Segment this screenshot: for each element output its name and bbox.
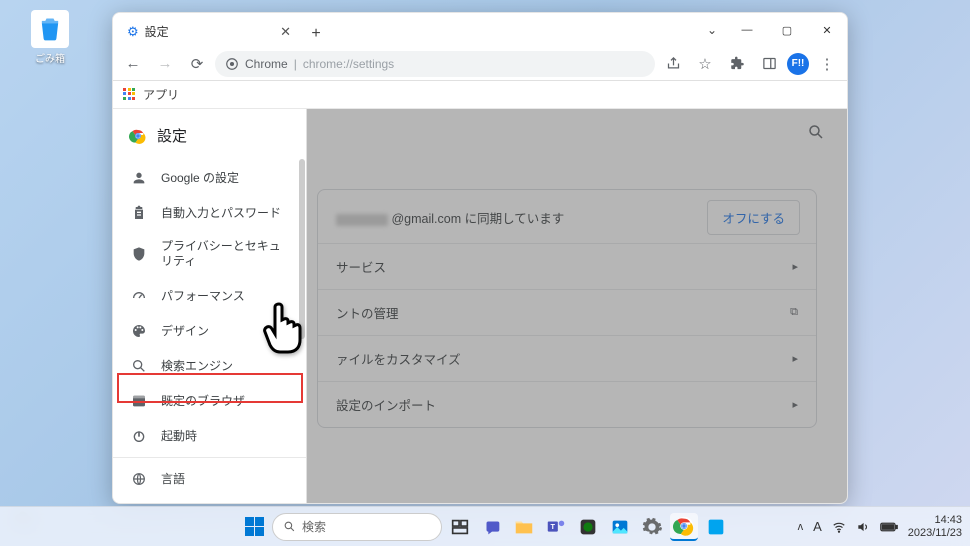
taskbar-photos[interactable] bbox=[606, 513, 634, 541]
side-panel-button[interactable] bbox=[755, 50, 783, 78]
content-area: 設定 Google の設定 自動入力とパスワード プライバシーとセキュリティ パ… bbox=[113, 109, 847, 503]
chrome-icon bbox=[225, 57, 239, 71]
system-tray: ʌ A 14:43 2023/11/23 bbox=[798, 514, 962, 539]
sidebar-item-label: パフォーマンス bbox=[161, 287, 245, 304]
recycle-bin-label: ごみ箱 bbox=[20, 50, 80, 65]
power-icon bbox=[131, 428, 147, 444]
recycle-bin-icon bbox=[31, 10, 69, 48]
recycle-bin[interactable]: ごみ箱 bbox=[20, 10, 80, 65]
clipboard-icon bbox=[131, 205, 147, 221]
omnibox-path: chrome://settings bbox=[303, 57, 394, 71]
taskbar-chat[interactable] bbox=[478, 513, 506, 541]
person-icon bbox=[131, 170, 147, 186]
back-button[interactable]: ← bbox=[119, 50, 147, 78]
shield-icon bbox=[131, 246, 147, 262]
search-icon bbox=[283, 520, 296, 533]
sidebar-item-label: プライバシーとセキュリティ bbox=[161, 239, 288, 269]
sidebar-item-default-browser[interactable]: 既定のブラウザ bbox=[113, 383, 306, 418]
forward-button[interactable]: → bbox=[151, 50, 179, 78]
gear-icon: ⚙ bbox=[127, 24, 139, 40]
browser-tab[interactable]: ⚙ 設定 ✕ bbox=[119, 17, 299, 47]
browser-icon bbox=[131, 393, 147, 409]
toolbar: ← → ⟳ Chrome | chrome://settings ☆ F!! ⋮ bbox=[113, 47, 847, 81]
sidebar-item-label: 検索エンジン bbox=[161, 357, 233, 374]
taskbar-explorer[interactable] bbox=[510, 513, 538, 541]
sidebar-item-label: 既定のブラウザ bbox=[161, 392, 245, 409]
taskbar-clock[interactable]: 14:43 2023/11/23 bbox=[908, 514, 962, 539]
settings-main: @gmail.com に同期しています オフにする サービス ▸ ントの管理 ⧉… bbox=[307, 109, 847, 503]
sidebar-item-label: 起動時 bbox=[161, 427, 197, 444]
taskbar-settings[interactable] bbox=[638, 513, 666, 541]
sidebar-item-label: 自動入力とパスワード bbox=[161, 204, 281, 221]
tray-wifi-icon[interactable] bbox=[832, 520, 846, 534]
apps-icon[interactable] bbox=[123, 88, 137, 102]
globe-icon bbox=[131, 471, 147, 487]
search-icon bbox=[131, 358, 147, 374]
sidebar-title: 設定 bbox=[157, 125, 187, 146]
svg-text:T: T bbox=[551, 521, 556, 530]
maximize-button[interactable]: ▢ bbox=[767, 13, 807, 47]
sidebar-item-languages[interactable]: 言語 bbox=[113, 457, 306, 496]
close-window-button[interactable]: ✕ bbox=[807, 13, 847, 47]
tray-overflow-button[interactable]: ʌ bbox=[798, 521, 804, 533]
profile-avatar[interactable]: F!! bbox=[787, 53, 809, 75]
sidebar-item-label: デザイン bbox=[161, 322, 209, 339]
tab-close-icon[interactable]: ✕ bbox=[280, 24, 291, 40]
taskbar: 検索 T ʌ A 14:43 2023/11/23 bbox=[0, 506, 970, 546]
sidebar-item-google[interactable]: Google の設定 bbox=[113, 160, 306, 195]
share-button[interactable] bbox=[659, 50, 687, 78]
start-button[interactable] bbox=[240, 513, 268, 541]
new-tab-button[interactable]: + bbox=[303, 21, 329, 47]
chrome-logo-icon bbox=[129, 127, 147, 145]
dim-overlay bbox=[307, 109, 847, 503]
taskbar-search[interactable]: 検索 bbox=[272, 513, 442, 541]
taskbar-teams[interactable]: T bbox=[542, 513, 570, 541]
omnibox-separator: | bbox=[294, 57, 297, 71]
tray-volume-icon[interactable] bbox=[856, 520, 870, 534]
sidebar-item-on-startup[interactable]: 起動時 bbox=[113, 418, 306, 453]
tab-title: 設定 bbox=[145, 23, 169, 40]
reload-button[interactable]: ⟳ bbox=[183, 50, 211, 78]
minimize-button[interactable]: — bbox=[727, 13, 767, 47]
cursor-hand-indicator bbox=[260, 298, 312, 363]
bookmark-button[interactable]: ☆ bbox=[691, 50, 719, 78]
titlebar: ⚙ 設定 ✕ + ⌄ — ▢ ✕ bbox=[113, 13, 847, 47]
menu-button[interactable]: ⋮ bbox=[813, 50, 841, 78]
sidebar-item-autofill[interactable]: 自動入力とパスワード bbox=[113, 195, 306, 230]
taskbar-center: 検索 T bbox=[240, 513, 730, 541]
speedometer-icon bbox=[131, 288, 147, 304]
taskbar-chrome[interactable] bbox=[670, 513, 698, 541]
apps-label[interactable]: アプリ bbox=[143, 86, 179, 103]
clock-time: 14:43 bbox=[908, 514, 962, 527]
bookmarks-bar: アプリ bbox=[113, 81, 847, 109]
extensions-button[interactable] bbox=[723, 50, 751, 78]
palette-icon bbox=[131, 323, 147, 339]
tab-dropdown[interactable]: ⌄ bbox=[697, 13, 727, 47]
clock-date: 2023/11/23 bbox=[908, 527, 962, 540]
taskbar-xbox[interactable] bbox=[574, 513, 602, 541]
sidebar-item-label: Google の設定 bbox=[161, 169, 239, 186]
omnibox-host: Chrome bbox=[245, 57, 288, 71]
search-placeholder: 検索 bbox=[302, 518, 326, 535]
tray-ime[interactable]: A bbox=[813, 519, 822, 534]
sidebar-header: 設定 bbox=[113, 115, 306, 160]
tray-battery-icon[interactable] bbox=[880, 521, 898, 533]
sidebar-item-label: 言語 bbox=[161, 470, 185, 487]
chrome-window: ⚙ 設定 ✕ + ⌄ — ▢ ✕ ← → ⟳ Chrome | chrome:/… bbox=[112, 12, 848, 504]
address-bar[interactable]: Chrome | chrome://settings bbox=[215, 51, 655, 77]
taskbar-app[interactable] bbox=[702, 513, 730, 541]
sidebar-item-privacy[interactable]: プライバシーとセキュリティ bbox=[113, 230, 306, 278]
task-view-button[interactable] bbox=[446, 513, 474, 541]
sidebar-item-downloads[interactable]: ダウンロード bbox=[113, 496, 306, 503]
